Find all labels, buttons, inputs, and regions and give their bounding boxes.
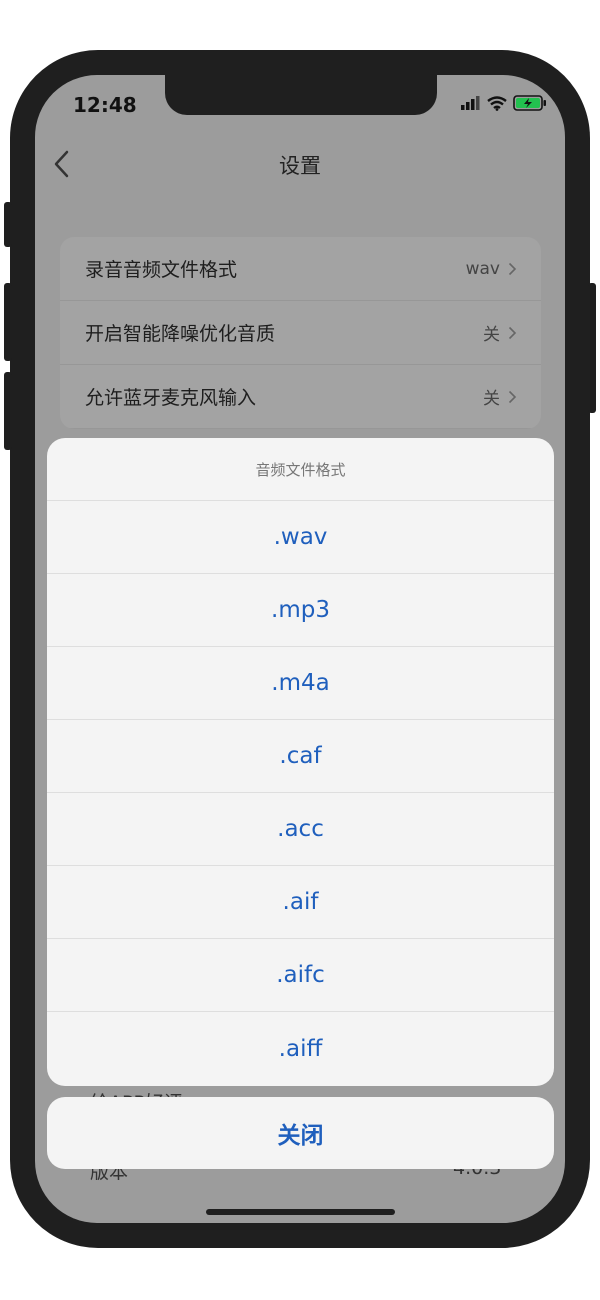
settings-card: 录音音频文件格式 wav 开启智能降噪优化音质 关 允许蓝牙麦克风输入 关 [60,237,541,429]
page-title: 设置 [279,154,321,178]
status-time: 12:48 [73,93,137,117]
close-button[interactable]: 关闭 [47,1097,554,1169]
settings-row-audio-format[interactable]: 录音音频文件格式 wav [60,237,541,301]
row-value-group: 关 [483,320,517,345]
chevron-right-icon [508,390,517,403]
row-label: 开启智能降噪优化音质 [85,323,276,345]
settings-row-bluetooth-mic[interactable]: 允许蓝牙麦克风输入 关 [60,365,541,429]
mute-switch [4,202,12,247]
row-value-group: wav [466,259,517,279]
option-aiff[interactable]: .aiff [47,1012,554,1085]
power-button [588,283,596,413]
option-aifc[interactable]: .aifc [47,939,554,1012]
home-indicator[interactable] [206,1209,395,1215]
screen: 12:48 设置 录音音频文件格式 wav 开启智能降噪优化音质 关 允许蓝牙麦… [35,75,565,1223]
row-value: wav [465,258,500,279]
status-icons [461,95,547,111]
notch [165,75,437,115]
row-value-group: 关 [483,384,517,409]
option-acc[interactable]: .acc [47,793,554,866]
option-mp3[interactable]: .mp3 [47,574,554,647]
volume-down-button [4,372,12,450]
settings-row-noise-reduction[interactable]: 开启智能降噪优化音质 关 [60,301,541,365]
row-value: 关 [483,325,500,345]
chevron-right-icon [508,326,517,339]
row-label: 录音音频文件格式 [85,259,238,281]
option-m4a[interactable]: .m4a [47,647,554,720]
option-caf[interactable]: .caf [47,720,554,793]
volume-up-button [4,283,12,361]
signal-icon [461,96,480,110]
chevron-right-icon [508,262,517,275]
row-value: 关 [483,389,500,409]
wifi-icon [487,95,507,111]
action-sheet-title: 音频文件格式 [47,438,554,501]
option-wav[interactable]: .wav [47,501,554,574]
battery-charging-icon [513,95,546,111]
action-sheet: 音频文件格式 .wav .mp3 .m4a .caf .acc .aif .ai… [47,438,554,1086]
row-label: 允许蓝牙麦克风输入 [85,387,257,409]
option-aif[interactable]: .aif [47,866,554,939]
